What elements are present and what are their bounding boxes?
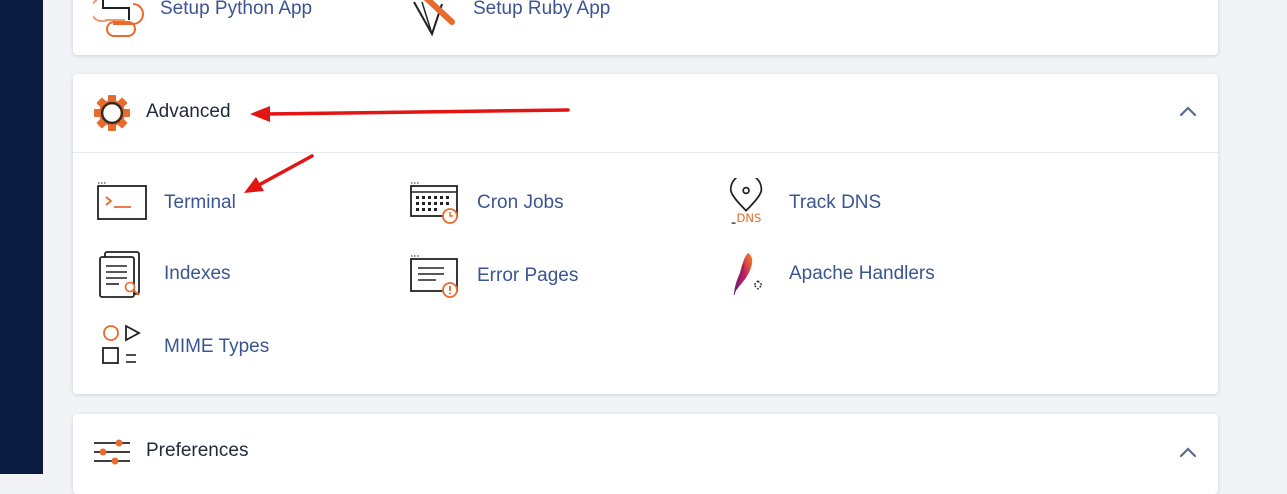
- error-page-icon: [410, 255, 458, 298]
- mime-shapes-icon: [102, 324, 141, 364]
- header-divider: [73, 152, 1218, 153]
- python-icon: [93, 0, 144, 37]
- gear-icon: [94, 95, 130, 131]
- tool-label: Setup Python App: [160, 0, 313, 19]
- preferences-panel-header[interactable]: Preferences: [73, 414, 1218, 492]
- tool-label: Setup Ruby App: [473, 0, 611, 19]
- software-panel: Setup Python App Setup Ruby App: [73, 0, 1218, 55]
- terminal-icon: [97, 182, 147, 220]
- dns-pin-icon: DNS: [729, 178, 763, 225]
- tool-label: Error Pages: [477, 265, 579, 286]
- index-document-icon: [99, 251, 140, 298]
- advanced-panel: Advanced Terminal Cron Jobs DNS Track DN…: [73, 74, 1218, 394]
- tool-label: Apache Handlers: [789, 263, 935, 284]
- tool-label: MIME Types: [164, 336, 270, 357]
- panel-title: Advanced: [146, 101, 231, 122]
- cron-calendar-icon: [410, 182, 458, 224]
- tool-label: Indexes: [164, 263, 231, 284]
- chevron-up-icon[interactable]: [1178, 445, 1198, 459]
- tool-label: Track DNS: [789, 192, 882, 213]
- apache-feather-icon: [733, 253, 763, 296]
- tool-label: Terminal: [164, 192, 236, 213]
- left-sidebar: [0, 0, 43, 474]
- panel-title: Preferences: [146, 440, 249, 461]
- sliders-icon: [94, 439, 130, 465]
- ruby-icon: [413, 0, 455, 37]
- preferences-panel: Preferences: [73, 414, 1218, 494]
- advanced-panel-header[interactable]: Advanced: [73, 74, 1218, 152]
- svg-text:DNS: DNS: [736, 211, 761, 225]
- chevron-up-icon[interactable]: [1178, 104, 1198, 118]
- tool-label: Cron Jobs: [477, 192, 564, 213]
